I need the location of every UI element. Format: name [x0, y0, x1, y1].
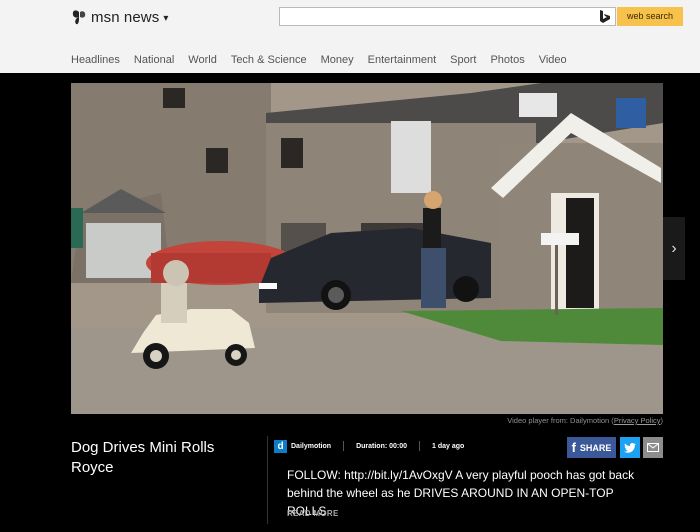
- attribution-text: Video player from: Dailymotion (: [507, 416, 614, 425]
- search-input[interactable]: [280, 9, 602, 27]
- nav-item-entertainment[interactable]: Entertainment: [368, 54, 436, 66]
- twitter-icon: [624, 442, 636, 453]
- bing-icon: [600, 10, 610, 23]
- next-video-chevron-icon[interactable]: ›: [663, 217, 685, 280]
- duration: Duration: 00:00: [356, 442, 408, 450]
- nav-item-money[interactable]: Money: [321, 54, 354, 66]
- article-description: FOLLOW: http://bit.ly/1AvOxgV A very pla…: [287, 468, 635, 518]
- nav-item-sport[interactable]: Sport: [450, 54, 476, 66]
- msn-butterfly-icon: [72, 10, 86, 25]
- nav-item-photos[interactable]: Photos: [490, 54, 524, 66]
- chevron-down-icon[interactable]: ▾: [163, 13, 168, 24]
- video-player[interactable]: [71, 83, 663, 414]
- logo-text: msn news: [91, 8, 160, 26]
- twitter-share-button[interactable]: [620, 437, 640, 458]
- dailymotion-watermark-icon: [616, 98, 646, 128]
- facebook-share-button[interactable]: f SHARE: [567, 437, 616, 458]
- email-share-button[interactable]: [643, 437, 663, 458]
- dailymotion-icon: d: [274, 439, 287, 453]
- nav-bar: Headlines National World Tech & Science …: [71, 54, 581, 66]
- published-age: 1 day ago: [432, 442, 465, 450]
- web-search-button[interactable]: web search: [617, 7, 683, 26]
- divider: [267, 436, 268, 524]
- attribution-suffix: ): [660, 416, 664, 425]
- meta-separator: [343, 441, 345, 451]
- top-header: msn news ▾ web search Headlines National…: [0, 0, 700, 73]
- nav-item-headlines[interactable]: Headlines: [71, 54, 120, 66]
- meta-separator: [419, 441, 421, 451]
- privacy-policy-link[interactable]: Privacy Policy: [614, 416, 661, 425]
- mail-icon: [647, 443, 659, 452]
- read-more-link[interactable]: READ MORE: [287, 509, 339, 518]
- video-attribution: Video player from: Dailymotion (Privacy …: [507, 416, 663, 425]
- search-box: [279, 7, 616, 27]
- article-meta: d Dailymotion Duration: 00:00 1 day ago: [274, 438, 464, 454]
- nav-item-tech-science[interactable]: Tech & Science: [231, 54, 307, 66]
- facebook-icon: f: [571, 440, 576, 455]
- nav-item-world[interactable]: World: [188, 54, 217, 66]
- article-title: Dog Drives Mini Rolls Royce: [71, 439, 215, 476]
- source-name[interactable]: Dailymotion: [291, 443, 331, 450]
- nav-item-national[interactable]: National: [134, 54, 174, 66]
- nav-item-video[interactable]: Video: [539, 54, 567, 66]
- facebook-share-label: SHARE: [579, 442, 612, 453]
- video-frame: [71, 83, 663, 414]
- msn-news-logo[interactable]: msn news ▾: [72, 7, 168, 27]
